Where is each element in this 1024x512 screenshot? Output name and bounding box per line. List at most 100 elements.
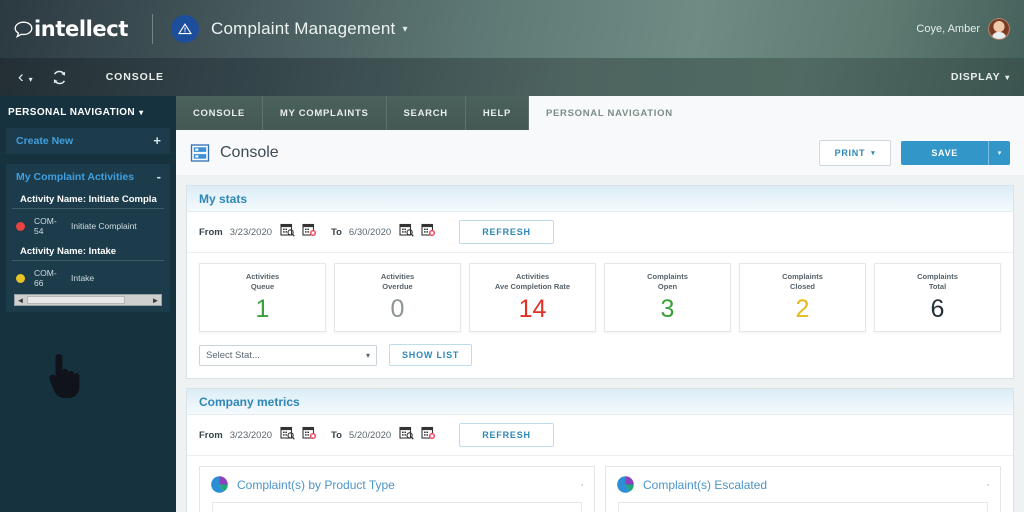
refresh-icon[interactable] (51, 69, 68, 86)
header-user-area: Coye, Amber (916, 18, 1024, 40)
tab-my-complaints[interactable]: MY COMPLAINTS (262, 96, 387, 130)
my-stats-heading: My stats (187, 186, 1013, 212)
my-stats-to-input[interactable]: 6/30/2020 (349, 227, 391, 238)
display-chevron-down-icon: ▾ (1005, 73, 1010, 82)
tab-help[interactable]: HELP (465, 96, 529, 130)
scroll-left-arrow-icon[interactable]: ◄ (15, 296, 26, 305)
select-stat-dropdown[interactable]: Select Stat... ▾ (199, 344, 377, 366)
sidebar-title[interactable]: PERSONAL NAVIGATION ▾ (0, 96, 176, 128)
stat-label-line2: Overdue (382, 282, 413, 291)
calendar-search-icon[interactable] (280, 222, 295, 242)
back-chevron-down-icon[interactable]: ▾ (29, 75, 33, 84)
calendar-clear-icon[interactable] (421, 222, 436, 242)
user-name-label: Coye, Amber (916, 23, 980, 35)
scroll-right-arrow-icon[interactable]: ► (150, 296, 161, 305)
my-stats-from-label: From (199, 226, 223, 238)
avatar[interactable] (988, 18, 1010, 40)
sidebar-panel-my-complaint-activities: My Complaint Activities - Activity Name:… (6, 164, 170, 312)
company-metrics-from-input[interactable]: 3/23/2020 (230, 430, 272, 441)
stat-card-complaints-closed[interactable]: Complaints Closed 2 (739, 263, 866, 332)
tab-bar-filler (689, 96, 1024, 130)
list-item[interactable]: COM-66 Intake (6, 265, 170, 294)
tab-search[interactable]: SEARCH (386, 96, 466, 130)
calendar-clear-icon[interactable] (302, 425, 317, 445)
display-menu-button[interactable]: DISPLAY ▾ (951, 71, 1024, 83)
charts-row: Complaint(s) by Product Type · Product (… (187, 456, 1013, 512)
calendar-search-icon[interactable] (280, 425, 295, 445)
calendar-search-icon[interactable] (399, 222, 414, 242)
company-metrics-card: Company metrics From 3/23/2020 To 5/20/2… (186, 388, 1014, 512)
sidebar-title-label: PERSONAL NAVIGATION (8, 107, 136, 118)
save-dropdown-chevron-down-icon[interactable]: ▾ (988, 141, 1010, 165)
stat-label-line2: Ave Completion Rate (494, 282, 571, 291)
save-button[interactable]: SAVE (901, 141, 988, 165)
chart-collapse-icon[interactable]: · (580, 479, 584, 490)
select-chevron-down-icon: ▾ (365, 350, 370, 360)
scrollbar-thumb[interactable] (27, 296, 125, 304)
print-button[interactable]: PRINT ▾ (818, 140, 892, 166)
company-metrics-date-row: From 3/23/2020 To 5/20/2020 REFRESH (187, 415, 1013, 456)
chart-panel-header: Complaint(s) Escalated · (606, 467, 1000, 502)
calendar-clear-icon[interactable] (421, 425, 436, 445)
my-complaint-activities-label: My Complaint Activities (16, 171, 135, 183)
stat-value: 3 (660, 295, 675, 323)
print-chevron-down-icon: ▾ (871, 150, 876, 157)
stat-card-complaints-open[interactable]: Complaints Open 3 (604, 263, 731, 332)
stat-value: 6 (930, 295, 945, 323)
stat-label-line2: Queue (250, 282, 275, 291)
company-metrics-refresh-button[interactable]: REFRESH (459, 423, 554, 447)
create-new-label: Create New (16, 135, 74, 147)
page-title: Console (220, 144, 279, 161)
display-menu-label: DISPLAY (950, 71, 1001, 83)
stat-select-row: Select Stat... ▾ SHOW LIST (187, 338, 1013, 378)
stat-label-line2: Closed (789, 282, 815, 291)
activity-group-title: Activity Name: Initiate Compla (12, 190, 164, 209)
stat-card-activities-ave-completion-rate[interactable]: Activities Ave Completion Rate 14 (469, 263, 596, 332)
plus-icon[interactable]: + (153, 134, 161, 147)
chart-collapse-icon[interactable]: · (986, 479, 990, 490)
breadcrumb[interactable]: CONSOLE (106, 71, 164, 83)
brand-logo-text: intellect (34, 17, 128, 41)
show-list-button[interactable]: SHOW LIST (389, 344, 473, 366)
header-divider (152, 14, 153, 44)
sidebar-horizontal-scrollbar[interactable]: ◄ ► (14, 294, 162, 306)
mouse-cursor-hand-icon (48, 352, 82, 398)
my-stats-refresh-button[interactable]: REFRESH (459, 220, 554, 244)
stat-label-line1: Activities (515, 272, 550, 281)
page-actions: PRINT ▾ SAVE ▾ (818, 140, 1010, 166)
secondary-nav-bar: ‹ ▾ CONSOLE DISPLAY ▾ (0, 58, 1024, 96)
select-stat-value: Select Stat... (206, 349, 260, 361)
activities-list: Activity Name: Initiate Compla COM-54 In… (6, 190, 170, 312)
activity-id: COM-54 (34, 216, 57, 236)
company-metrics-heading: Company metrics (187, 389, 1013, 415)
my-stats-date-row: From 3/23/2020 To 6/30/2020 REFRESH (187, 212, 1013, 253)
my-stats-from-input[interactable]: 3/23/2020 (230, 227, 272, 238)
minus-icon[interactable]: - (157, 170, 161, 183)
warning-triangle-icon (171, 15, 199, 43)
create-new-header[interactable]: Create New + (6, 128, 170, 154)
app-title-chevron-down-icon[interactable]: ▾ (402, 24, 407, 35)
company-metrics-to-label: To (331, 429, 342, 441)
stat-card-activities-queue[interactable]: Activities Queue 1 (199, 263, 326, 332)
company-metrics-to-input[interactable]: 5/20/2020 (349, 430, 391, 441)
brand-logo[interactable]: intellect (0, 17, 150, 41)
chevron-left-icon[interactable]: ‹ ▾ (18, 67, 33, 87)
page-body: Console PRINT ▾ SAVE ▾ My stats From 3/2… (176, 130, 1024, 512)
tab-personal-navigation[interactable]: PERSONAL NAVIGATION (528, 96, 690, 130)
stat-label-line1: Complaints (782, 272, 823, 281)
stat-label-line1: Activities (380, 272, 415, 281)
chart-title: Complaint(s) Escalated (643, 477, 768, 492)
stat-card-activities-overdue[interactable]: Activities Overdue 0 (334, 263, 461, 332)
sidebar-chevron-down-icon: ▾ (139, 108, 144, 117)
calendar-search-icon[interactable] (399, 425, 414, 445)
stat-value: 1 (255, 295, 270, 323)
chart-panel-header: Complaint(s) by Product Type · (200, 467, 594, 502)
stat-label-line1: Complaints (917, 272, 958, 281)
my-complaint-activities-header[interactable]: My Complaint Activities - (6, 164, 170, 190)
sidebar-panel-create-new[interactable]: Create New + (6, 128, 170, 154)
stat-card-complaints-total[interactable]: Complaints Total 6 (874, 263, 1001, 332)
list-item[interactable]: COM-54 Initiate Complaint (6, 213, 170, 242)
activity-label: Initiate Complaint (71, 221, 137, 231)
tab-console[interactable]: CONSOLE (176, 96, 263, 130)
calendar-clear-icon[interactable] (302, 222, 317, 242)
